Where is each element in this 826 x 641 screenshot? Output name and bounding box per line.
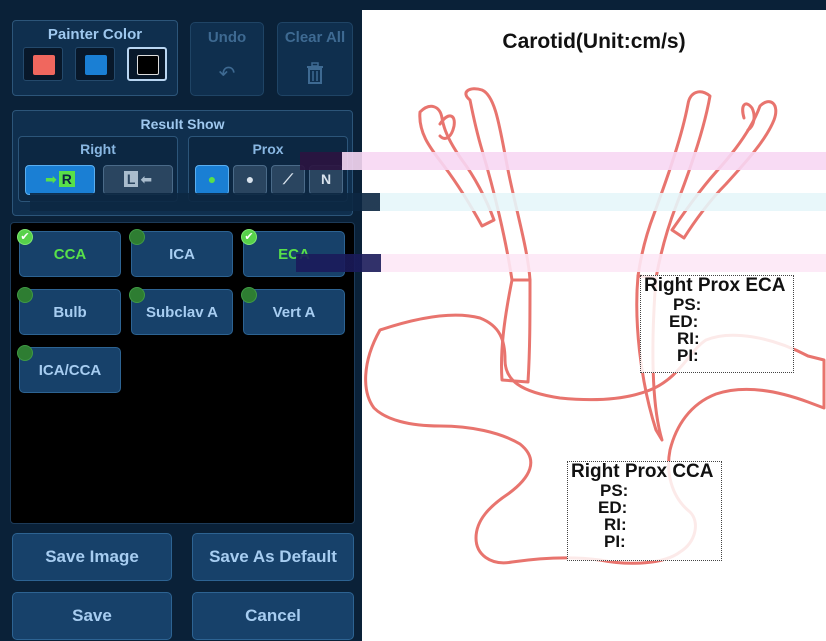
left-internal-carotid [464, 87, 532, 282]
result-ps: PS: [600, 481, 629, 500]
result-ed: ED: [669, 312, 699, 331]
result-pi: PI: [677, 346, 699, 365]
render-glitch-band [296, 254, 826, 272]
result-ri: RI: [677, 329, 700, 348]
result-title: Right Prox ECA [644, 275, 786, 296]
render-glitch-band [30, 193, 826, 211]
result-ps: PS: [673, 295, 702, 314]
result-box-eca: Right Prox ECA PS: ED: RI: PI: [640, 275, 794, 373]
render-glitch-band [300, 152, 826, 170]
result-ri: RI: [604, 515, 627, 534]
result-pi: PI: [604, 532, 626, 551]
result-title: Right Prox CCA [571, 461, 714, 482]
right-ec-branch [741, 102, 756, 132]
result-ed: ED: [598, 498, 628, 517]
result-box-cca: Right Prox CCA PS: ED: RI: PI: [567, 461, 722, 561]
right-internal-carotid [636, 90, 712, 280]
